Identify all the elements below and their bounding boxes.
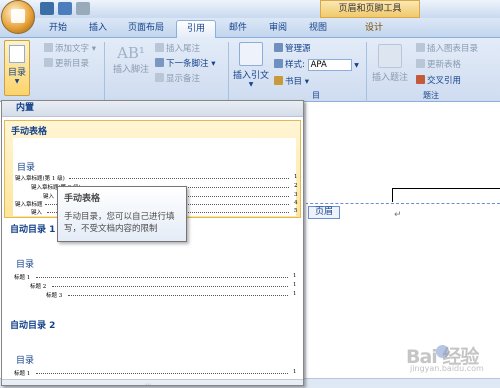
header-corner-mark (392, 188, 500, 189)
chevron-down-icon: ▼ (354, 62, 359, 69)
undo-icon[interactable] (58, 2, 72, 15)
cross-reference-icon (416, 75, 425, 84)
table-of-figures-icon (416, 43, 425, 52)
toc-page-number: 1 (294, 174, 298, 180)
group-separator (366, 42, 367, 102)
tooltip-title: 手动表格 (64, 194, 101, 204)
toc-row: 标题 3 (46, 291, 294, 299)
insert-table-of-figures-button[interactable]: 插入图表目录 (416, 43, 478, 55)
cross-reference-button[interactable]: 交叉引用 (416, 75, 461, 87)
tab-references[interactable]: 引用 (176, 20, 216, 38)
insert-caption-button[interactable]: 插入题注 (370, 44, 410, 83)
insert-citation-button[interactable]: 插入引文 ▼ (232, 42, 270, 88)
show-notes-button[interactable]: 显示备注 (155, 73, 200, 85)
toc-page-number: 1 (293, 369, 297, 375)
toc-page-number: 1 (293, 282, 297, 288)
gallery-item-title: 自动目录 1 (10, 225, 56, 235)
tooltip: 手动表格 手动目录，您可以自己进行填写，不受文档内容的限制 (57, 186, 187, 242)
office-button[interactable] (1, 0, 35, 34)
tab-design[interactable]: 设计 (352, 20, 396, 38)
gallery-item-auto-toc-2[interactable]: 自动目录 2 目录 标题 1 1 (4, 315, 301, 379)
style-dropdown[interactable]: 样式: APA ▼ (274, 59, 359, 71)
toc-page-number: 1 (293, 273, 297, 279)
office-logo-icon (11, 9, 25, 23)
chevron-down-icon: ▼ (14, 78, 20, 85)
toc-row: 标题 1 (14, 369, 294, 377)
tab-mailings[interactable]: 邮件 (220, 20, 256, 38)
toc-gallery: 内置 手动表格 目录 键入章标题(第 1 级) 1 键入章标题(第 2 级) 2… (1, 100, 304, 386)
next-footnote-button[interactable]: 下一条脚注 ▾ (155, 58, 215, 70)
update-table-icon (416, 59, 425, 68)
header-corner-mark-vertical (392, 188, 393, 202)
redo-icon[interactable] (76, 2, 90, 15)
gallery-item-title: 手动表格 (11, 127, 48, 137)
toc-preview: 目录 标题 1 1 (12, 337, 297, 379)
document-page[interactable]: 页眉 ↵ (300, 102, 500, 380)
style-icon (274, 59, 283, 68)
tab-home[interactable]: 开始 (40, 20, 76, 38)
toc-page-number: 5 (294, 208, 298, 214)
toc-heading: 目录 (16, 356, 35, 366)
add-text-icon (44, 43, 53, 52)
group-separator (104, 42, 105, 102)
show-notes-icon (155, 73, 164, 82)
insert-footnote-button[interactable]: AB¹ 插入脚注 (110, 44, 152, 75)
footnote-ab-icon: AB¹ (117, 44, 145, 62)
toc-row: 标题 2 (30, 282, 294, 290)
tab-view[interactable]: 视图 (300, 20, 336, 38)
header-boundary (300, 203, 500, 204)
add-text-button[interactable]: 添加文字 ▾ (44, 43, 96, 55)
tab-review[interactable]: 审阅 (260, 20, 296, 38)
toc-page-number: 1 (293, 291, 297, 297)
update-table-button[interactable]: 更新表格 (416, 59, 461, 71)
endnote-icon (155, 43, 164, 52)
gallery-resize-grip[interactable]: ⋯ (2, 379, 303, 386)
ribbon-tabs: 开始 插入 页面布局 引用 邮件 审阅 视图 设计 (0, 18, 500, 38)
grip-dots-icon: ⋯ (145, 381, 151, 386)
toc-page-number: 2 (294, 183, 298, 189)
bibliography-icon (274, 76, 283, 85)
title-bar: 页眉和页脚工具 (0, 0, 500, 34)
toc-page-number: 3 (294, 192, 298, 198)
baidu-jingyan-watermark: Bai 经验 jingyan.baidu.com (406, 345, 484, 373)
save-icon[interactable] (40, 2, 54, 15)
toc-preview: 目录 标题 1 1 标题 2 1 标题 3 1 (12, 239, 297, 313)
toc-icon (9, 45, 25, 63)
header-tag: 页眉 (308, 206, 340, 219)
chevron-down-icon: ▼ (248, 81, 254, 88)
toc-row: 键入章标题(第 1 级) (15, 174, 295, 182)
caption-icon (378, 44, 402, 68)
context-tools-title: 页眉和页脚工具 (320, 0, 420, 18)
refresh-icon (44, 58, 53, 67)
quick-access-toolbar (40, 2, 90, 16)
paragraph-mark: ↵ (394, 210, 402, 220)
tab-page-layout[interactable]: 页面布局 (120, 20, 172, 38)
update-toc-button[interactable]: 更新目录 (44, 58, 89, 70)
gallery-item-title: 自动目录 2 (10, 321, 56, 331)
toc-page-number: 4 (294, 200, 298, 206)
toc-row: 标题 1 (14, 273, 294, 281)
insert-endnote-button[interactable]: 插入尾注 (155, 43, 200, 55)
manage-sources-button[interactable]: 管理源 (274, 43, 311, 55)
bibliography-button[interactable]: 书目 ▾ (274, 76, 309, 88)
gallery-header: 内置 (2, 101, 303, 117)
style-select[interactable]: APA (307, 59, 352, 71)
toc-button-label: 目录 (7, 68, 26, 78)
tooltip-body: 手动目录，您可以自己进行填写，不受文档内容的限制 (64, 212, 175, 234)
manage-sources-icon (274, 43, 283, 52)
citation-icon (239, 42, 263, 66)
citations-group-label: 目 (312, 91, 320, 100)
toc-heading: 目录 (17, 163, 36, 173)
next-footnote-icon (155, 58, 164, 67)
captions-group-label: 题注 (423, 91, 439, 100)
tab-insert[interactable]: 插入 (80, 20, 116, 38)
toc-heading: 目录 (16, 260, 35, 270)
toc-button[interactable]: 目录 ▼ (4, 40, 30, 96)
group-separator (228, 42, 229, 102)
